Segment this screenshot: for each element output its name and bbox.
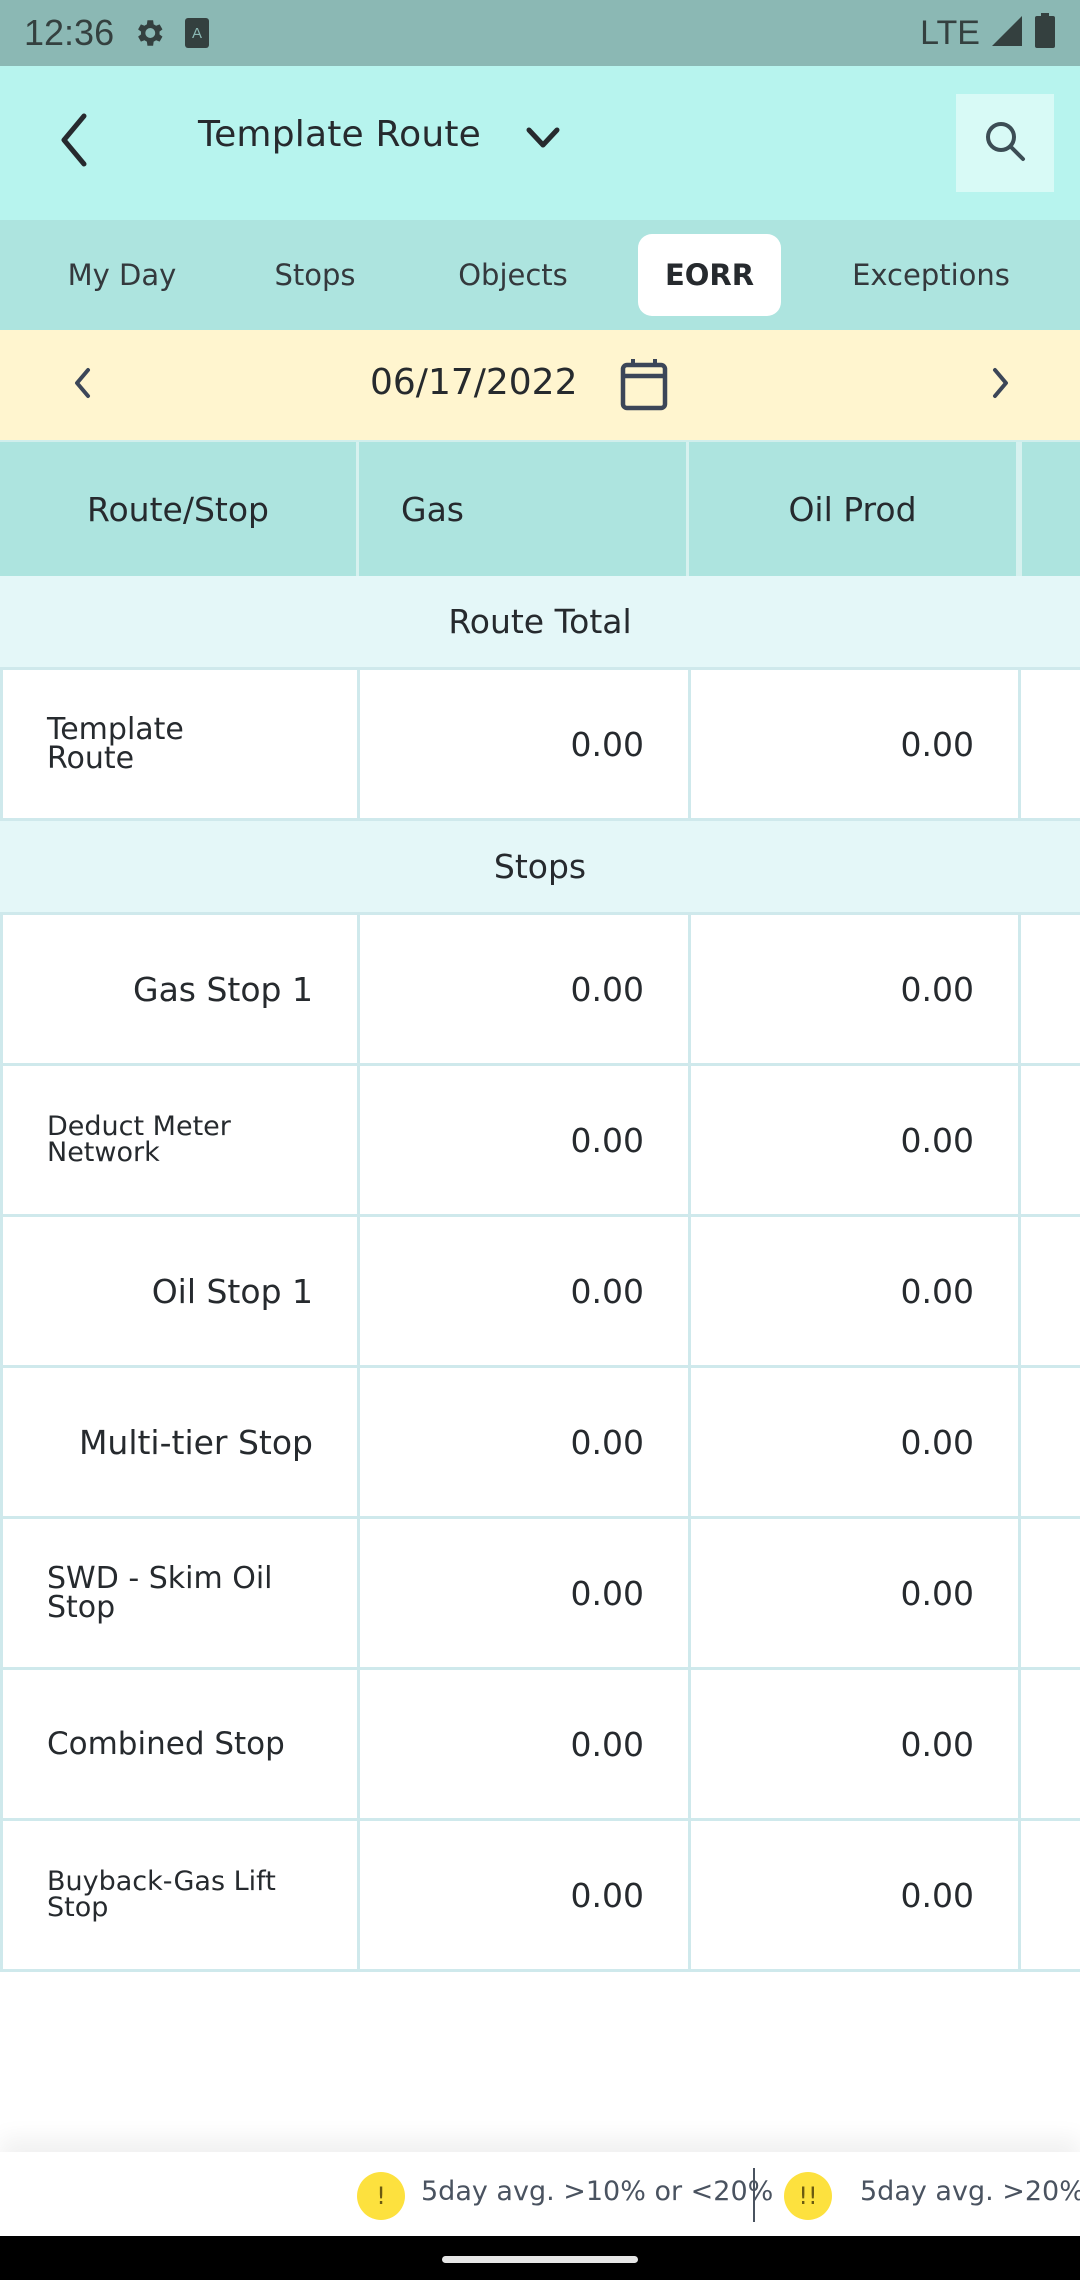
section-header-route-total: Route Total	[0, 576, 1080, 670]
gas-value: 0.00	[570, 1120, 644, 1160]
row-name[interactable]: Deduct Meter Network	[47, 1113, 277, 1167]
tab-eorr[interactable]: EORR	[638, 234, 781, 316]
tab-exceptions[interactable]: Exceptions	[830, 234, 1032, 316]
column-header-route-stop[interactable]: Route/Stop	[0, 442, 359, 576]
previous-date-button[interactable]	[58, 360, 108, 410]
tab-objects[interactable]: Objects	[440, 234, 586, 316]
overflow-cell	[1018, 915, 1080, 1063]
home-gesture-handle[interactable]	[442, 2256, 638, 2263]
app-header: Template Route	[0, 66, 1080, 220]
gas-value: 0.00	[570, 1573, 644, 1613]
gas-value: 0.00	[570, 969, 644, 1009]
signal-icon	[990, 14, 1024, 52]
overflow-cell	[1018, 1217, 1080, 1365]
search-icon	[983, 119, 1027, 167]
section-header-stops: Stops	[0, 821, 1080, 915]
row-name[interactable]: SWD - Skim Oil Stop	[47, 1563, 327, 1622]
oil-prod-value: 0.00	[900, 724, 974, 764]
tab-my-day[interactable]: My Day	[40, 234, 204, 316]
table-row[interactable]: Multi-tier Stop 0.00 0.00	[0, 1368, 1080, 1519]
next-date-button[interactable]	[975, 360, 1025, 410]
calendar-button[interactable]	[616, 356, 672, 416]
row-name[interactable]: Combined Stop	[47, 1728, 285, 1760]
warning-badge-icon: !	[357, 2172, 405, 2220]
legend-text-moderate: 5day avg. >10% or <20%	[421, 2176, 774, 2207]
selected-date[interactable]: 06/17/2022	[370, 362, 578, 403]
overflow-cell	[1018, 1519, 1080, 1667]
table-row[interactable]: SWD - Skim Oil Stop 0.00 0.00	[0, 1519, 1080, 1670]
overflow-cell	[1018, 1670, 1080, 1818]
network-type: LTE	[920, 13, 980, 52]
row-name[interactable]: Multi-tier Stop	[79, 1426, 313, 1459]
gas-value: 0.00	[570, 1724, 644, 1764]
status-bar: 12:36 A LTE	[0, 0, 1080, 66]
oil-prod-value: 0.00	[900, 969, 974, 1009]
exception-legend: ! 5day avg. >10% or <20% !! 5day avg. >2…	[0, 2152, 1080, 2236]
chevron-left-icon	[54, 112, 94, 172]
column-header-next[interactable]	[1019, 442, 1080, 576]
oil-prod-value: 0.00	[900, 1271, 974, 1311]
page-title: Template Route	[198, 114, 482, 155]
column-header-oil-prod[interactable]: Oil Prod	[689, 442, 1019, 576]
overflow-cell	[1018, 1821, 1080, 1969]
back-button[interactable]	[44, 112, 104, 172]
row-name[interactable]: Buyback-Gas Lift Stop	[47, 1868, 317, 1922]
search-button[interactable]	[956, 94, 1054, 192]
status-time: 12:36	[24, 12, 115, 53]
chevron-down-icon	[525, 126, 561, 150]
legend-text-severe: 5day avg. >20%	[860, 2176, 1080, 2207]
gas-value: 0.00	[570, 1422, 644, 1462]
gear-icon	[132, 16, 166, 50]
oil-prod-value: 0.00	[900, 1120, 974, 1160]
battery-icon	[1034, 13, 1056, 53]
oil-prod-value: 0.00	[900, 1724, 974, 1764]
overflow-cell	[1018, 1368, 1080, 1516]
table-row[interactable]: Buyback-Gas Lift Stop 0.00 0.00	[0, 1821, 1080, 1972]
oil-prod-value: 0.00	[900, 1573, 974, 1613]
gas-value: 0.00	[570, 1271, 644, 1311]
calendar-icon	[619, 357, 669, 415]
date-navigator: 06/17/2022	[0, 330, 1080, 440]
gas-value: 0.00	[570, 724, 644, 764]
chevron-right-icon	[989, 366, 1011, 404]
tab-bar: My Day Stops Objects EORR Exceptions	[0, 220, 1080, 330]
row-name[interactable]: Gas Stop 1	[133, 973, 313, 1006]
eorr-table: Route/Stop Gas Oil Prod Route Total Temp…	[0, 440, 1080, 1972]
route-selector[interactable]: Template Route	[198, 114, 561, 155]
column-header-gas[interactable]: Gas	[359, 442, 689, 576]
svg-text:A: A	[192, 25, 202, 42]
double-warning-badge-icon: !!	[784, 2172, 832, 2220]
table-row[interactable]: Oil Stop 1 0.00 0.00	[0, 1217, 1080, 1368]
table-row[interactable]: Gas Stop 1 0.00 0.00	[0, 915, 1080, 1066]
row-name[interactable]: Template Route	[47, 714, 247, 773]
table-row-route-total[interactable]: Template Route 0.00 0.00	[0, 670, 1080, 821]
gas-value: 0.00	[570, 1875, 644, 1915]
tab-stops[interactable]: Stops	[250, 234, 380, 316]
oil-prod-value: 0.00	[900, 1422, 974, 1462]
table-row[interactable]: Deduct Meter Network 0.00 0.00	[0, 1066, 1080, 1217]
table-row[interactable]: Combined Stop 0.00 0.00	[0, 1670, 1080, 1821]
chevron-left-icon	[72, 366, 94, 404]
keyboard-a-icon: A	[184, 17, 210, 49]
table-header-row: Route/Stop Gas Oil Prod	[0, 440, 1080, 576]
row-name[interactable]: Oil Stop 1	[152, 1275, 313, 1308]
legend-divider	[753, 2168, 755, 2222]
overflow-cell	[1018, 1066, 1080, 1214]
oil-prod-value: 0.00	[900, 1875, 974, 1915]
overflow-cell	[1018, 670, 1080, 818]
system-nav-bar	[0, 2236, 1080, 2280]
